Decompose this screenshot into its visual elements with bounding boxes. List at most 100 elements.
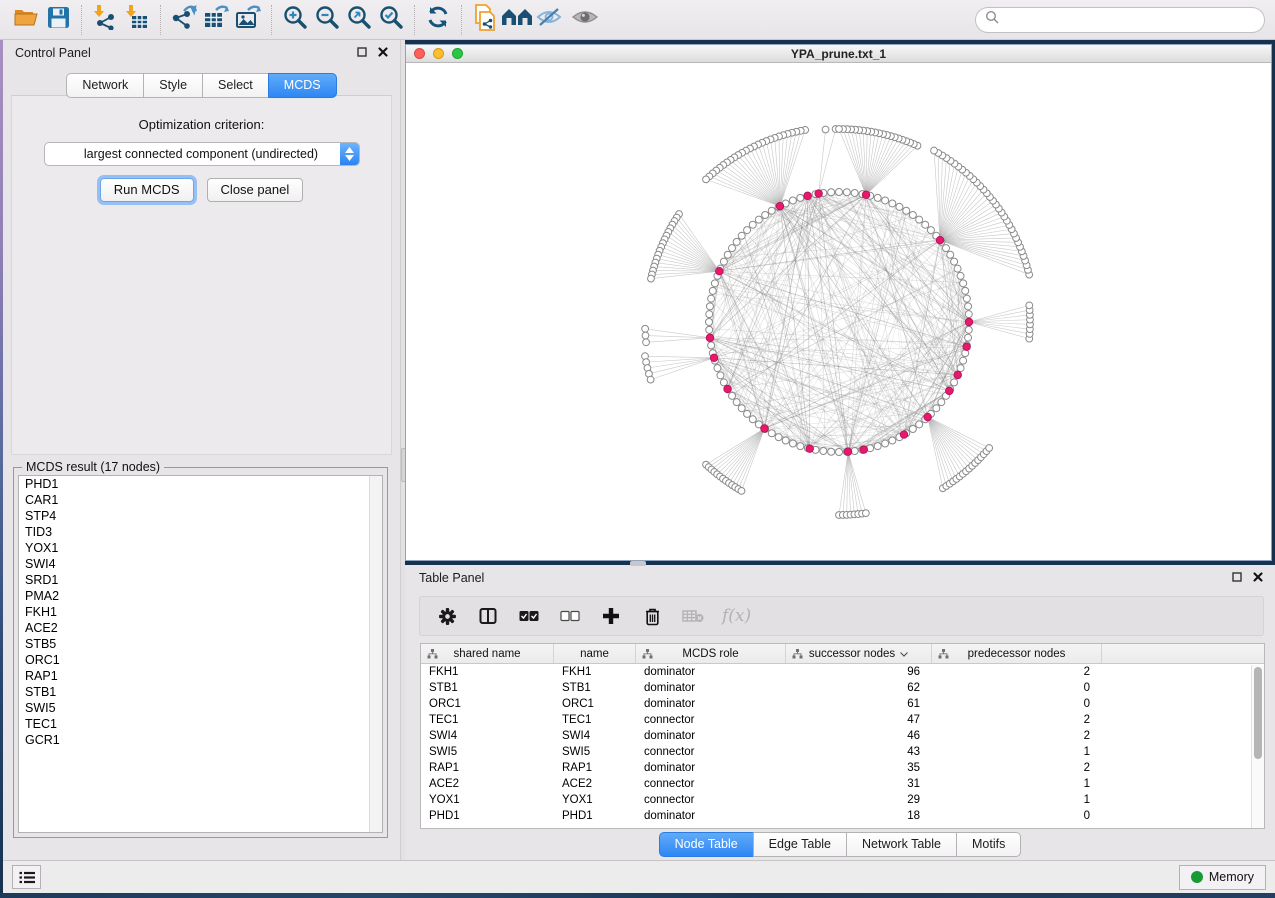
column-header-predecessor-nodes[interactable]: predecessor nodes [932,644,1102,663]
network-node[interactable] [706,311,713,318]
network-node[interactable] [896,203,903,210]
close-panel-icon[interactable] [378,46,388,60]
network-node[interactable] [960,357,967,364]
table-row[interactable]: TEC1TEC1connector472 [421,712,1264,728]
network-node[interactable] [927,227,934,234]
mcds-result-item[interactable]: ORC1 [19,652,382,668]
network-node[interactable] [836,449,843,456]
network-node[interactable] [738,232,745,239]
mcds-hub-node[interactable] [924,413,932,421]
float-panel-icon[interactable] [357,46,367,60]
network-node[interactable] [957,272,964,279]
tab-node-table[interactable]: Node Table [659,832,754,857]
copy-network-button[interactable] [469,4,501,36]
mcds-hub-node[interactable] [710,354,718,362]
network-node[interactable] [951,379,958,386]
network-node[interactable] [963,295,970,302]
show-all-button[interactable] [569,4,601,36]
network-node[interactable] [942,245,949,252]
network-node[interactable] [938,399,945,406]
search-input[interactable] [999,10,1264,30]
mcds-result-item[interactable]: PHD1 [19,476,382,492]
network-node[interactable] [706,303,713,310]
network-node[interactable] [916,421,923,428]
network-node[interactable] [789,197,796,204]
search-field[interactable] [975,7,1265,33]
mcds-result-item[interactable]: SRD1 [19,572,382,588]
network-node[interactable] [909,425,916,432]
column-header-name[interactable]: name [554,644,636,663]
network-node[interactable] [782,437,789,444]
network-node[interactable] [954,265,961,272]
zoom-out-button[interactable] [311,4,343,36]
mcds-result-item[interactable]: TEC1 [19,716,382,732]
mcds-result-item[interactable]: SWI5 [19,700,382,716]
network-node[interactable] [729,392,736,399]
network-node[interactable] [820,448,827,455]
mcds-hub-node[interactable] [900,431,908,439]
network-node[interactable] [703,176,710,183]
network-node[interactable] [947,251,954,258]
table-row[interactable]: STB1STB1dominator620 [421,680,1264,696]
network-node[interactable] [960,280,967,287]
network-node[interactable] [738,487,745,494]
network-node[interactable] [882,440,889,447]
network-window-titlebar[interactable]: YPA_prune.txt_1 [406,45,1271,63]
table-row[interactable]: FKH1FKH1dominator962 [421,664,1264,680]
network-node[interactable] [706,319,713,326]
network-node[interactable] [733,399,740,406]
export-image-button[interactable] [232,4,264,36]
save-session-button[interactable] [42,4,74,36]
import-network-button[interactable] [89,4,121,36]
network-node[interactable] [643,339,650,346]
network-node[interactable] [709,287,716,294]
mcds-hub-node[interactable] [862,191,870,199]
function-builder-button[interactable]: f(x) [722,606,751,626]
mcds-result-item[interactable]: RAP1 [19,668,382,684]
network-node[interactable] [903,207,910,214]
deselect-all-button[interactable] [558,604,582,628]
create-column-button[interactable] [599,604,623,628]
column-header-successor-nodes[interactable]: successor nodes [786,644,932,663]
network-node[interactable] [862,510,869,517]
network-node[interactable] [822,126,829,133]
network-node[interactable] [720,258,727,265]
network-node[interactable] [714,365,721,372]
mcds-result-item[interactable]: GCR1 [19,732,382,748]
network-node[interactable] [965,311,972,318]
delete-table-button[interactable] [681,604,705,628]
float-panel-icon[interactable] [1232,571,1242,585]
mcds-result-list[interactable]: PHD1CAR1STP4TID3YOX1SWI4SRD1PMA2FKH1ACE2… [18,475,383,833]
column-header-MCDS-role[interactable]: MCDS role [636,644,786,663]
network-node[interactable] [720,379,727,386]
network-node[interactable] [843,189,850,196]
tab-mcds[interactable]: MCDS [268,73,337,98]
network-node[interactable] [706,326,713,333]
network-node[interactable] [874,194,881,201]
delete-column-button[interactable] [640,604,664,628]
network-node[interactable] [749,221,756,228]
mcds-result-item[interactable]: CAR1 [19,492,382,508]
network-node[interactable] [744,410,751,417]
tab-style[interactable]: Style [143,73,203,98]
zoom-selected-button[interactable] [375,4,407,36]
network-node[interactable] [931,147,938,154]
mcds-hub-node[interactable] [761,425,769,433]
mcds-list-scrollbar[interactable] [369,476,382,832]
mcds-result-item[interactable]: YOX1 [19,540,382,556]
zoom-in-button[interactable] [279,4,311,36]
home-pair-button[interactable] [501,4,533,36]
tab-edge-table[interactable]: Edge Table [753,832,847,857]
network-node[interactable] [797,194,804,201]
table-row[interactable]: ACE2ACE2connector311 [421,776,1264,792]
close-panel-icon[interactable] [1253,571,1263,585]
mcds-result-item[interactable]: TID3 [19,524,382,540]
open-session-button[interactable] [10,4,42,36]
network-node[interactable] [933,405,940,412]
network-node[interactable] [965,303,972,310]
table-row[interactable]: SWI4SWI4dominator462 [421,728,1264,744]
network-node[interactable] [836,126,843,133]
network-node[interactable] [1026,302,1033,309]
network-node[interactable] [648,275,655,282]
table-row[interactable]: ORC1ORC1dominator610 [421,696,1264,712]
